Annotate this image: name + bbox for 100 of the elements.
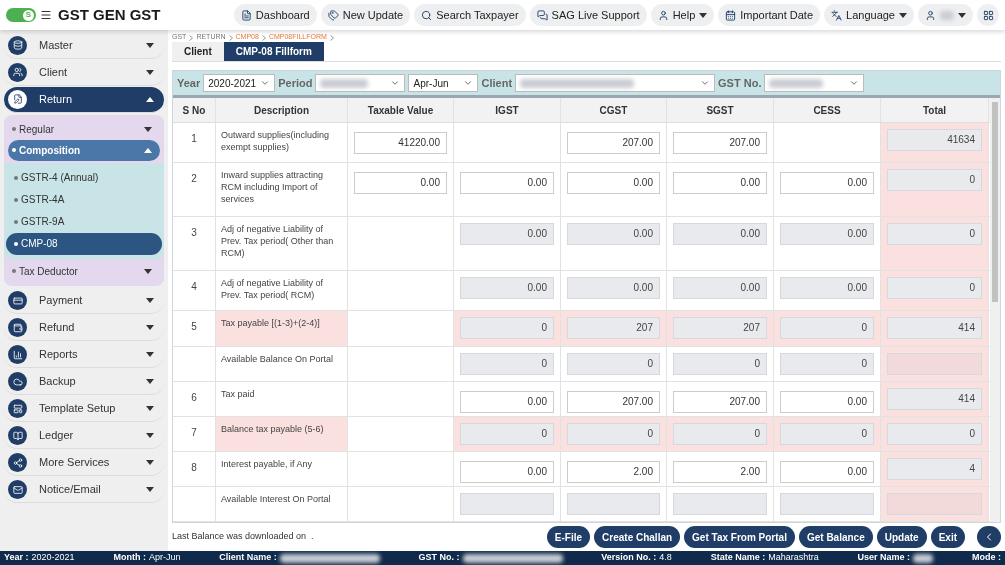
table-cell: 3 (173, 217, 216, 271)
tab[interactable]: Client (172, 42, 224, 62)
edit-icon (8, 89, 27, 109)
submenu-item[interactable]: Tax Deductor (8, 260, 160, 282)
filter-select[interactable]: Apr-Jun (408, 74, 479, 93)
action-button[interactable]: Update (876, 526, 927, 549)
description-cell: Outward supplies(including exempt supplies) (216, 123, 348, 163)
book-icon (8, 426, 27, 445)
sidebar-item[interactable]: Refund (4, 315, 164, 341)
sidebar-item[interactable]: More Services (4, 450, 164, 476)
amount-input[interactable]: 41220.00 (354, 131, 447, 154)
amount-input[interactable]: 0.00 (460, 171, 554, 194)
amount-field: 0.00 (567, 277, 660, 300)
amount-input[interactable]: 0.00 (567, 171, 660, 194)
tags-icon (327, 9, 339, 21)
header-button[interactable]: Dashboard (233, 4, 317, 26)
collapse-button[interactable] (977, 526, 1001, 549)
submenu-item[interactable]: Composition (8, 139, 160, 161)
layout-icon (8, 399, 27, 418)
menu-icon[interactable] (40, 9, 52, 21)
amount-field: 0.00 (567, 223, 660, 246)
table-cell: 6 (173, 382, 216, 417)
action-button[interactable]: Get Balance (798, 526, 873, 549)
amount-field: 0 (887, 423, 982, 446)
amount-input[interactable]: 207.00 (567, 390, 660, 413)
amount-input[interactable]: 0.00 (460, 390, 554, 413)
amount-input[interactable]: 207.00 (567, 131, 660, 154)
amount-field: 0 (567, 423, 660, 446)
caret-icon (144, 147, 152, 153)
amount-input[interactable]: 0.00 (780, 390, 874, 413)
amount-field: 414 (887, 317, 982, 340)
caret-icon (146, 325, 154, 330)
sidebar-item[interactable]: Client (4, 59, 164, 86)
submenu-item[interactable]: GSTR-9A (6, 210, 162, 233)
header-button[interactable]: Language (824, 4, 914, 26)
caret-icon (146, 42, 154, 48)
bullet-icon (12, 127, 16, 131)
filter-select[interactable]: 2020-2021 (203, 74, 276, 93)
amount-input[interactable]: 0.00 (460, 460, 554, 483)
submenu-item[interactable]: GSTR-4 (Annual) (6, 166, 162, 189)
header-button[interactable]: Important Date (718, 4, 821, 26)
caret-icon (146, 487, 154, 492)
submenu-item[interactable]: CMP-08 (6, 232, 162, 255)
sidebar-item[interactable]: Template Setup (4, 396, 164, 422)
table-cell: 1 (173, 123, 216, 163)
mail-icon (8, 480, 27, 499)
user-menu-button[interactable] (918, 4, 973, 26)
status-value: Apr-Jun (148, 551, 181, 565)
status-value: 4.8 (659, 551, 672, 565)
sidebar-item[interactable]: Ledger (4, 423, 164, 449)
sidebar-item[interactable]: Return (4, 86, 164, 113)
apps-button[interactable] (977, 4, 999, 26)
header-button[interactable]: Search Taxpayer (414, 4, 526, 26)
bullet-icon (14, 219, 18, 224)
column-header: IGST (454, 98, 561, 123)
action-button[interactable]: Exit (930, 526, 965, 549)
amount-field: 207 (567, 317, 660, 340)
submenu-item[interactable]: Regular (8, 118, 160, 140)
sidebar-item[interactable]: Notice/Email (4, 477, 164, 503)
sidebar-item[interactable]: Reports (4, 342, 164, 368)
amount-input[interactable]: 0.00 (673, 171, 767, 194)
action-button[interactable]: E-File (546, 526, 591, 549)
sidebar-item[interactable]: Payment (4, 288, 164, 314)
submenu-item[interactable]: GSTR-4A (6, 188, 162, 211)
caret-icon (144, 126, 152, 132)
description-cell: Inward supplies attracting RCM including Import of services (216, 163, 348, 217)
amount-input[interactable]: 2.00 (567, 460, 660, 483)
header-button[interactable]: New Update (320, 4, 411, 26)
caret-icon (146, 379, 154, 384)
sidebar-item[interactable]: Master (4, 32, 164, 59)
amount-field: 0 (780, 423, 874, 446)
amount-field: 414 (887, 388, 982, 411)
filter-label: Client (481, 75, 513, 91)
description-cell: Available Balance On Portal (216, 347, 348, 382)
chart-icon (8, 345, 27, 364)
caret-icon (146, 406, 154, 411)
header-button[interactable]: Help (650, 4, 715, 26)
amount-field: 0 (887, 277, 982, 300)
status-value: 2020-2021 (31, 551, 75, 565)
app-title: GST GEN GST (58, 4, 161, 25)
tab[interactable]: CMP-08 Fillform (223, 42, 324, 62)
chevron-icon (189, 34, 194, 41)
amount-input[interactable]: 0.00 (780, 460, 874, 483)
caret-icon (146, 96, 154, 102)
caret-icon (958, 12, 966, 18)
amount-input[interactable]: 207.00 (673, 131, 767, 154)
wallet-icon (8, 318, 27, 337)
amount-input[interactable]: 2.00 (673, 460, 767, 483)
action-button[interactable]: Get Tax From Portal (684, 526, 795, 549)
column-header: CESS (774, 98, 881, 123)
chevron-icon (329, 34, 334, 41)
action-button[interactable]: Create Challan (594, 526, 681, 549)
amount-input[interactable]: 207.00 (673, 390, 767, 413)
blurred-text (940, 10, 954, 20)
amount-field: 0 (887, 169, 982, 192)
sidebar-item[interactable]: Backup (4, 369, 164, 395)
header-button[interactable]: SAG Live Support (529, 4, 647, 26)
amount-input[interactable]: 0.00 (354, 171, 447, 194)
amount-input[interactable]: 0.00 (780, 171, 874, 194)
table-cell: 2 (173, 163, 216, 217)
